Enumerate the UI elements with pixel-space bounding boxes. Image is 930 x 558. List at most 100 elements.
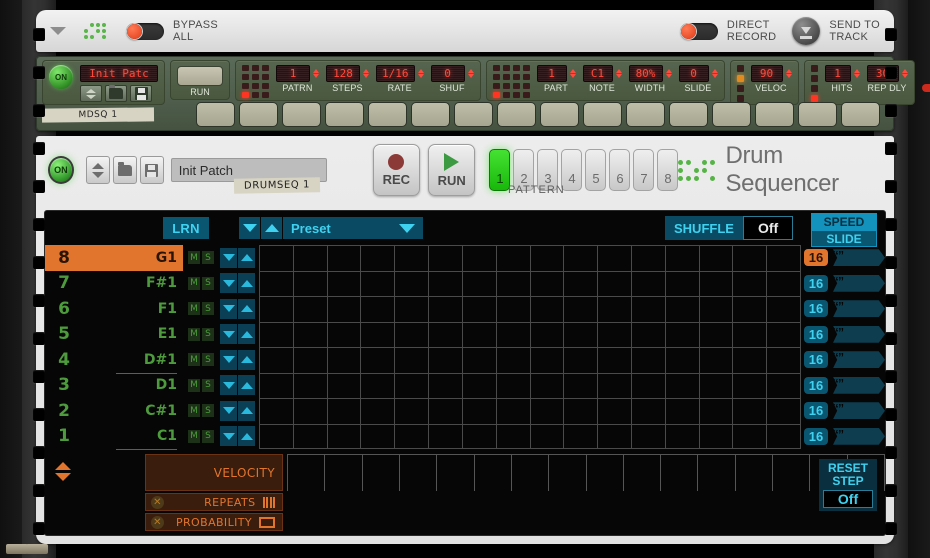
- step-cell-3-15[interactable]: [733, 373, 768, 398]
- track-length-cell[interactable]: 16: [803, 424, 829, 450]
- mdsq-pad-1[interactable]: [196, 102, 235, 127]
- mute-button[interactable]: M: [188, 327, 200, 341]
- track-up-button[interactable]: [238, 400, 255, 421]
- step-cell-1-7[interactable]: [463, 424, 497, 448]
- track-row[interactable]: 2 C#1 M S 16: [45, 398, 885, 424]
- step-cell-8-1[interactable]: [259, 246, 294, 271]
- track-down-button[interactable]: [220, 349, 237, 370]
- step-cell-7-10[interactable]: [564, 271, 599, 296]
- step-cell-2-4[interactable]: [361, 399, 396, 424]
- step-grid[interactable]: [259, 347, 801, 373]
- step-cell-8-8[interactable]: [497, 246, 531, 271]
- mute-button[interactable]: M: [188, 276, 200, 290]
- step-cell-3-13[interactable]: [666, 373, 700, 398]
- step-cell-2-2[interactable]: [294, 399, 328, 424]
- step-cell-3-6[interactable]: [429, 373, 463, 398]
- step-cell-1-11[interactable]: [598, 424, 632, 448]
- step-cell-4-2[interactable]: [294, 348, 328, 373]
- up-down-arrows-icon[interactable]: [55, 462, 71, 481]
- patch-load-button[interactable]: [112, 156, 137, 184]
- mdsq-pad-5[interactable]: [368, 102, 407, 127]
- step-cell-2-12[interactable]: [632, 399, 666, 424]
- velocity-cell-10[interactable]: [624, 455, 662, 491]
- step-cell-6-13[interactable]: [666, 297, 700, 322]
- mdsq-repdly-spinner[interactable]: [901, 69, 908, 78]
- step-cell-1-10[interactable]: [564, 424, 599, 448]
- step-cell-6-10[interactable]: [564, 297, 599, 322]
- step-cell-2-11[interactable]: [598, 399, 632, 424]
- step-cell-6-1[interactable]: [259, 297, 294, 322]
- track-number[interactable]: 7: [45, 271, 83, 297]
- pattern-button-5[interactable]: 5: [585, 149, 607, 191]
- step-cell-5-14[interactable]: [700, 322, 734, 347]
- track-up-button[interactable]: [238, 273, 255, 294]
- solo-button[interactable]: S: [202, 302, 214, 316]
- step-cell-6-6[interactable]: [429, 297, 463, 322]
- mdsq-width-spinner[interactable]: [665, 69, 672, 78]
- step-cell-8-11[interactable]: [598, 246, 632, 271]
- shuffle-value[interactable]: Off: [742, 216, 794, 240]
- step-cell-3-4[interactable]: [361, 373, 396, 398]
- step-cell-2-6[interactable]: [429, 399, 463, 424]
- step-cell-5-7[interactable]: [463, 322, 497, 347]
- step-cell-4-14[interactable]: [700, 348, 734, 373]
- step-cell-3-10[interactable]: [564, 373, 599, 398]
- step-cell-5-2[interactable]: [294, 322, 328, 347]
- step-cell-5-8[interactable]: [497, 322, 531, 347]
- step-cell-7-9[interactable]: [531, 271, 565, 296]
- step-cell-3-11[interactable]: [598, 373, 632, 398]
- mdsq-pad-10[interactable]: [583, 102, 622, 127]
- step-cell-7-2[interactable]: [294, 271, 328, 296]
- step-cell-4-13[interactable]: [666, 348, 700, 373]
- step-cell-2-1[interactable]: [259, 399, 294, 424]
- mdsq-hits-spinner[interactable]: [853, 69, 860, 78]
- track-slide-cell[interactable]: [829, 347, 885, 373]
- step-cell-8-4[interactable]: [361, 246, 396, 271]
- track-note-cell[interactable]: E1: [83, 322, 183, 348]
- velocity-cell-12[interactable]: [698, 455, 736, 491]
- mdsq-pad-6[interactable]: [411, 102, 450, 127]
- step-cell-1-13[interactable]: [666, 424, 700, 448]
- solo-button[interactable]: S: [202, 353, 214, 367]
- mdsq-patrn-spinner[interactable]: [313, 69, 319, 78]
- step-cell-8-2[interactable]: [294, 246, 328, 271]
- step-grid[interactable]: [259, 270, 801, 296]
- mdsq-on-button[interactable]: ON: [49, 65, 73, 89]
- step-cell-3-16[interactable]: [767, 373, 801, 398]
- mute-button[interactable]: M: [188, 404, 200, 418]
- track-slide-cell[interactable]: [829, 373, 885, 399]
- track-length-cell[interactable]: 16: [803, 373, 829, 399]
- step-cell-7-1[interactable]: [259, 271, 294, 296]
- mdsq-shuf-spinner[interactable]: [467, 69, 474, 78]
- device-on-button[interactable]: ON: [48, 156, 74, 184]
- step-cell-8-10[interactable]: [564, 246, 599, 271]
- step-cell-4-7[interactable]: [463, 348, 497, 373]
- track-up-button[interactable]: [238, 324, 255, 345]
- track-length-value[interactable]: 16: [803, 300, 829, 318]
- learn-button[interactable]: LRN: [163, 217, 209, 239]
- preset-next-button[interactable]: [261, 217, 282, 239]
- track-note-cell[interactable]: C1: [83, 424, 183, 450]
- pattern-button-8[interactable]: 8: [657, 149, 679, 191]
- track-number[interactable]: 6: [45, 296, 83, 322]
- step-cell-6-16[interactable]: [767, 297, 801, 322]
- track-up-button[interactable]: [238, 298, 255, 319]
- step-cell-2-13[interactable]: [666, 399, 700, 424]
- track-row[interactable]: 8 G1 M S 16: [45, 245, 885, 271]
- step-cell-4-10[interactable]: [564, 348, 599, 373]
- track-row[interactable]: 5 E1 M S 16: [45, 321, 885, 348]
- track-row[interactable]: 1 C1 M S 16: [45, 423, 885, 450]
- mdsq-pad-9[interactable]: [540, 102, 579, 127]
- mdsq-param-shuf[interactable]: 0 SHUF: [430, 65, 474, 93]
- step-cell-1-3[interactable]: [328, 424, 362, 448]
- step-cell-5-10[interactable]: [564, 322, 599, 347]
- track-down-button[interactable]: [220, 298, 237, 319]
- patch-save-button[interactable]: [139, 156, 164, 184]
- track-down-button[interactable]: [220, 324, 237, 345]
- step-cell-3-3[interactable]: [328, 373, 362, 398]
- track-up-button[interactable]: [238, 247, 255, 268]
- velocity-cell-8[interactable]: [549, 455, 587, 491]
- step-cell-6-8[interactable]: [497, 297, 531, 322]
- track-down-button[interactable]: [220, 247, 237, 268]
- step-cell-1-5[interactable]: [395, 424, 430, 448]
